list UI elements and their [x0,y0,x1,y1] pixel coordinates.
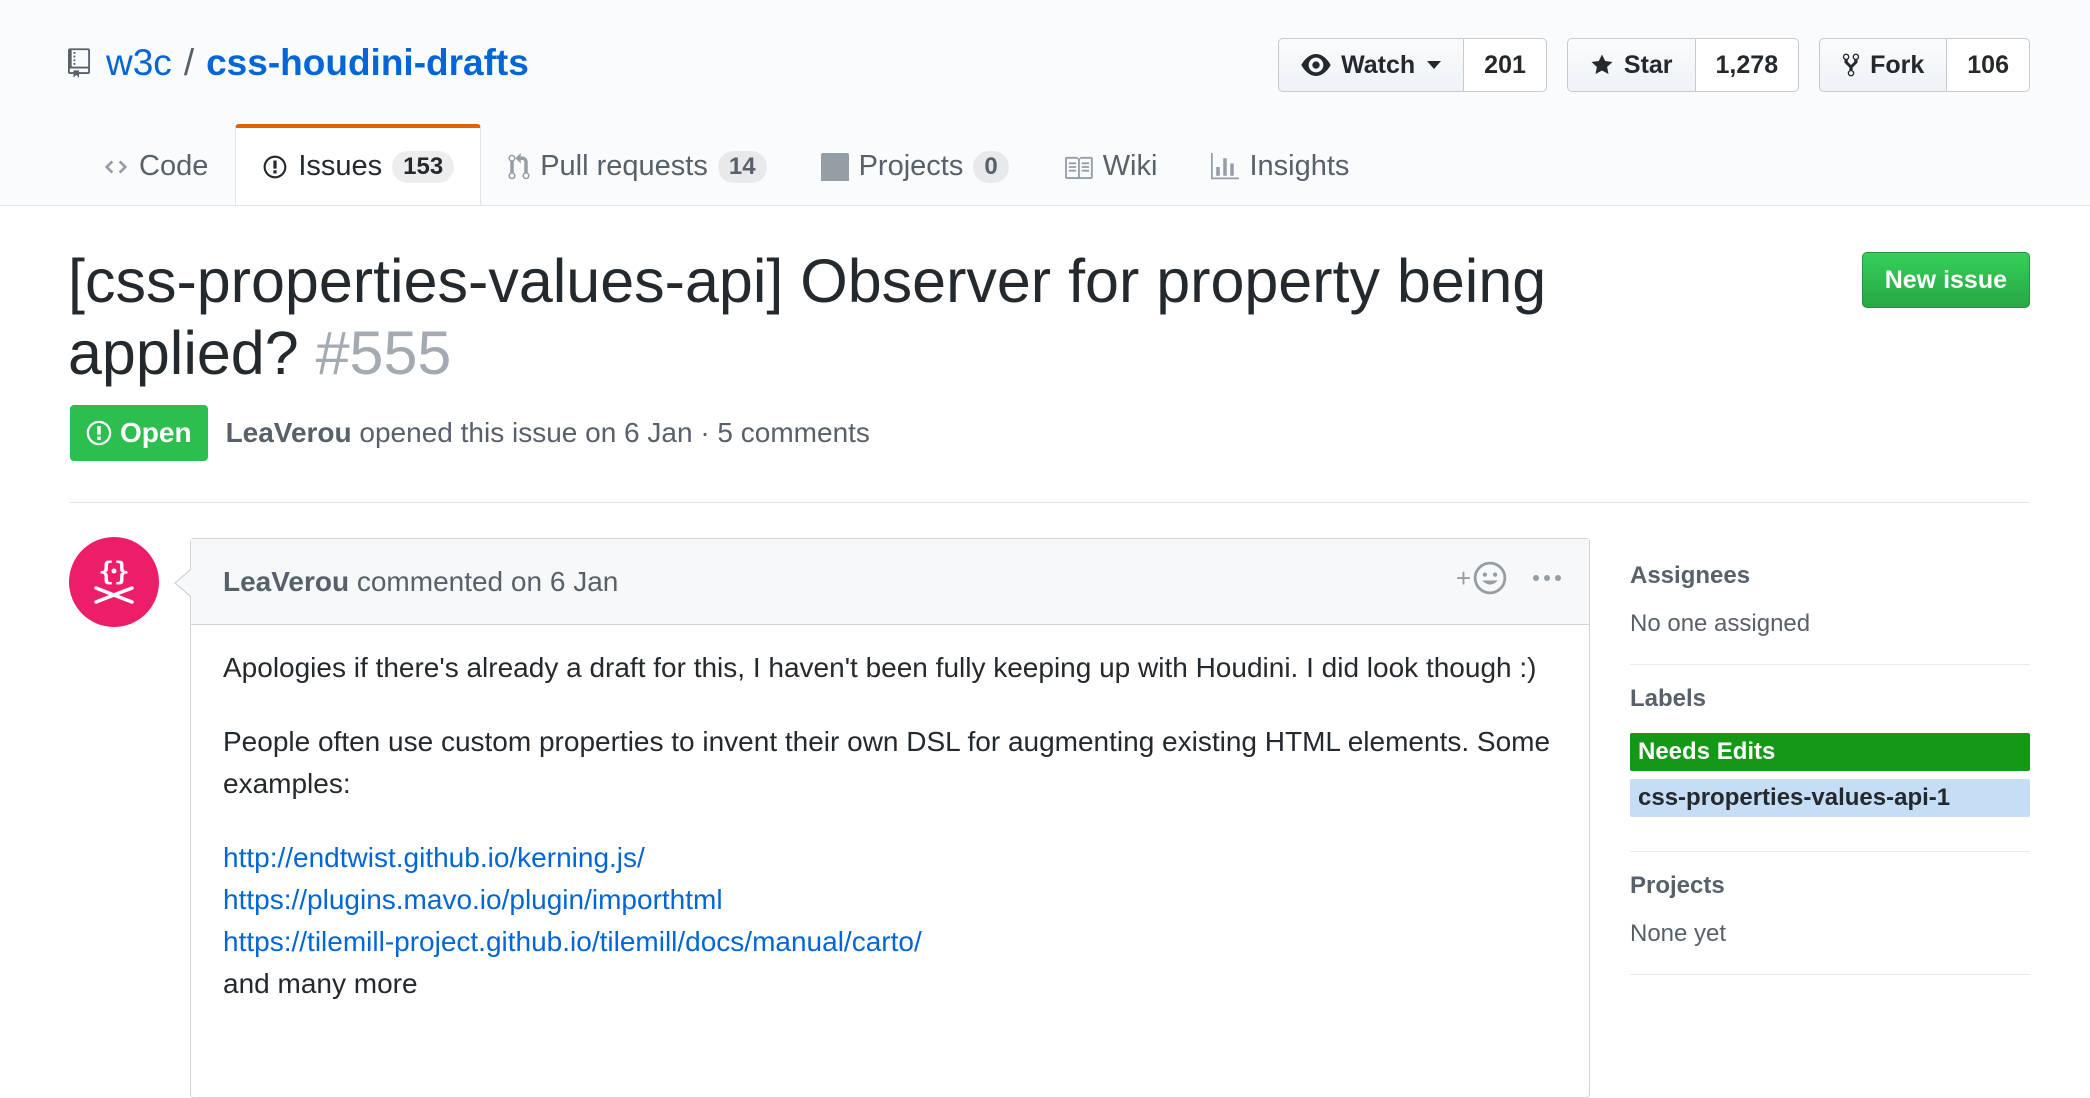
issue-opened-icon [263,155,287,178]
fork-icon [1842,53,1860,77]
assignees-heading[interactable]: Assignees [1630,562,2030,590]
tab-wiki-label: Wiki [1102,150,1158,182]
add-reaction-button[interactable]: + [1456,561,1507,595]
tab-code-label: Code [139,150,209,182]
issue-author-link[interactable]: LeaVerou [226,417,352,448]
reaction-plus: + [1455,562,1471,593]
labels-heading[interactable]: Labels [1630,685,2030,713]
label-css-properties-values-api-1[interactable]: css-properties-values-api-1 [1630,779,2030,817]
repo-owner-link[interactable]: w3c [106,42,172,84]
repo-header: w3c / css-houdini-drafts Watch 201 Star … [0,0,2090,206]
issue-meta: Open LeaVerou opened this issue on 6 Jan… [70,405,870,461]
comment-author-link[interactable]: LeaVerou [223,566,349,597]
fork-label: Fork [1870,50,1925,79]
code-icon [104,160,128,173]
sidebar-assignees: Assignees No one assigned [1630,540,2030,665]
comment-link-kerning[interactable]: http://endtwist.github.io/kerning.js/ [223,837,1557,879]
star-button[interactable]: Star [1566,38,1696,92]
issues-counter: 153 [392,150,455,183]
issue-meta-text: LeaVerou opened this issue on 6 Jan · 5 … [226,417,870,449]
tab-code[interactable]: Code [76,125,235,205]
new-issue-button[interactable]: New issue [1861,252,2030,308]
comment-trailing-text: and many more [223,968,418,999]
issue-opened-icon [86,420,112,446]
issue-title: [css-properties-values-api] Observer for… [68,245,1628,389]
chevron-down-icon [1427,61,1442,69]
tab-projects-label: Projects [858,150,964,182]
comment-meta: LeaVerou commented on 6 Jan [223,566,618,598]
avatar[interactable]: {} [69,537,159,627]
issue-meta-rest: opened this issue on 6 Jan · 5 comments [359,417,870,448]
project-icon [820,152,849,181]
tab-projects[interactable]: Projects 0 [794,125,1036,205]
tab-insights-label: Insights [1249,150,1350,182]
eye-icon [1301,54,1331,76]
watch-label: Watch [1341,50,1416,79]
status-badge: Open [70,405,208,461]
graph-icon [1211,152,1240,179]
projects-value: None yet [1630,920,1727,947]
comment-paragraph: People often use custom properties to in… [223,726,1551,799]
star-icon [1591,54,1613,74]
comment-body: Apologies if there's already a draft for… [191,625,1589,1027]
pull-requests-counter: 14 [717,150,767,183]
watch-group: Watch 201 [1278,38,1547,92]
star-label: Star [1623,50,1673,79]
issue-number: #555 [315,319,452,387]
label-needs-edits[interactable]: Needs Edits [1630,733,2030,771]
issue-sidebar: Assignees No one assigned Labels Needs E… [1630,540,2030,975]
smiley-icon [1473,561,1507,595]
kebab-menu-icon[interactable] [1533,575,1561,581]
stargazers-count[interactable]: 1,278 [1695,38,1800,92]
star-group: Star 1,278 [1566,38,1800,92]
repo-path-separator: / [183,42,195,83]
watch-button[interactable]: Watch [1278,38,1465,92]
tab-pull-requests[interactable]: Pull requests 14 [481,125,793,205]
status-label: Open [120,417,192,448]
comment-paragraph: Apologies if there's already a draft for… [223,652,1537,683]
tab-pull-requests-label: Pull requests [540,150,708,182]
header-divider [70,502,2030,503]
pull-request-icon [508,152,530,179]
assignees-value: No one assigned [1630,610,1811,637]
fork-group: Fork 106 [1819,38,2030,92]
sidebar-labels: Labels Needs Edits css-properties-values… [1630,665,2030,852]
forks-count[interactable]: 106 [1947,38,2030,92]
projects-heading[interactable]: Projects [1630,872,2030,900]
sidebar-projects: Projects None yet [1630,852,2030,975]
comment-link-carto[interactable]: https://tilemill-project.github.io/tilem… [223,921,1557,963]
book-icon [1064,156,1093,179]
fork-button[interactable]: Fork [1819,38,1948,92]
tab-issues-label: Issues [298,150,383,182]
projects-counter: 0 [973,150,1009,183]
comment-timestamp[interactable]: commented on 6 Jan [357,566,619,597]
tab-issues[interactable]: Issues 153 [235,124,482,206]
issue-title-text: [css-properties-values-api] Observer for… [68,247,1547,387]
comment: LeaVerou commented on 6 Jan + Apologies … [174,538,1590,1098]
comment-link-importhtml[interactable]: https://plugins.mavo.io/plugin/importhtm… [223,879,1557,921]
pagehead-actions: Watch 201 Star 1,278 Fork 106 [1278,38,2030,92]
comment-links: http://endtwist.github.io/kerning.js/ ht… [223,837,1557,1005]
repo-title: w3c / css-houdini-drafts [68,38,529,88]
repo-name-link[interactable]: css-houdini-drafts [206,42,529,84]
comment-header: LeaVerou commented on 6 Jan + [191,539,1589,625]
repo-nav: Code Issues 153 Pull requests 14 Project… [76,124,1376,206]
tab-wiki[interactable]: Wiki [1036,125,1185,205]
comment-actions: + [1456,561,1561,595]
watchers-count[interactable]: 201 [1464,38,1547,92]
tab-insights[interactable]: Insights [1184,125,1376,205]
repo-icon [68,48,90,78]
avatar-logo-icon: {} [94,557,134,604]
